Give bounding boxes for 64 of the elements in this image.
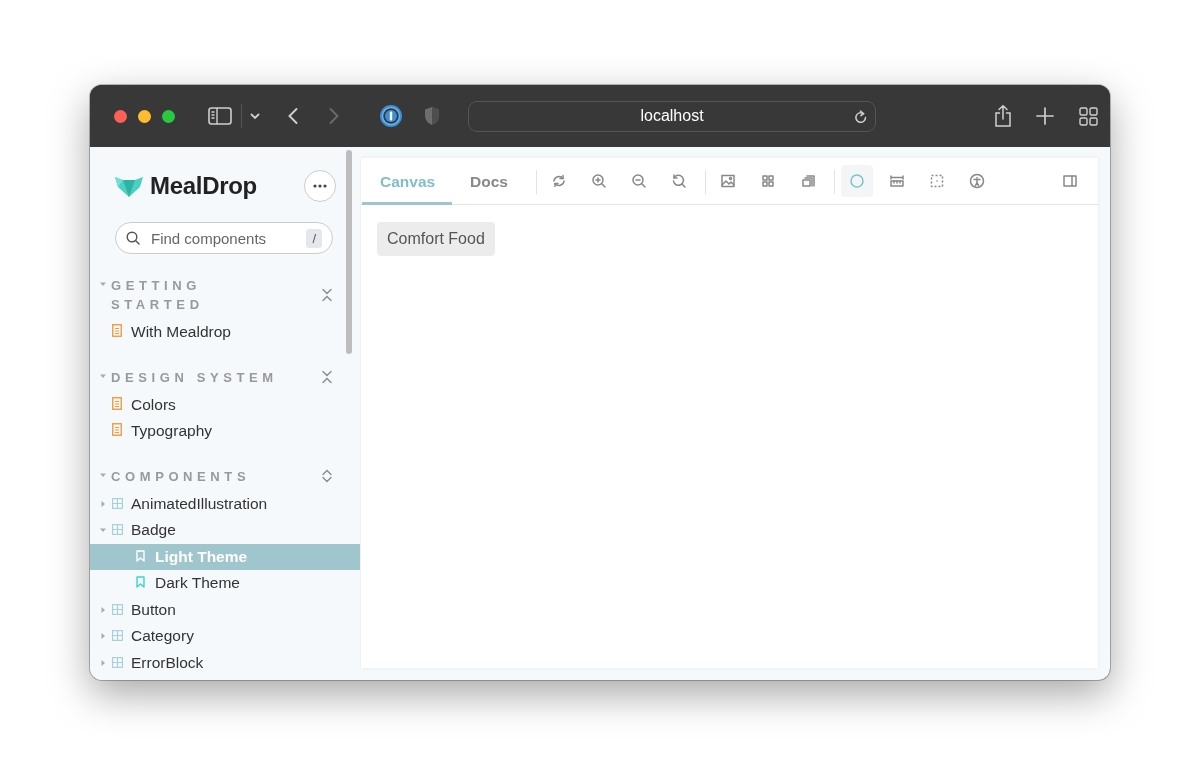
tree-item[interactable]: AnimatedIllustration xyxy=(90,490,360,517)
dashed-square-icon xyxy=(928,173,945,189)
chevron-down-icon[interactable] xyxy=(250,112,260,120)
tab[interactable]: Docs xyxy=(452,158,526,205)
tree-item[interactable]: With Mealdrop xyxy=(90,319,360,346)
ruler-icon xyxy=(888,173,905,189)
document-icon xyxy=(112,324,122,338)
collapse-all-icon[interactable] xyxy=(320,370,334,384)
circle-button[interactable] xyxy=(840,165,873,197)
circle-icon xyxy=(848,173,865,189)
search-field[interactable]: Find components xyxy=(149,228,307,248)
more-icon xyxy=(313,184,327,188)
component-icon xyxy=(112,497,123,509)
reset-zoom-icon xyxy=(670,173,687,189)
collapse-all-icon[interactable] xyxy=(320,288,334,302)
component-icon xyxy=(112,603,123,615)
zoom-in-icon xyxy=(590,173,607,189)
zoom-window-button[interactable] xyxy=(162,109,175,123)
logo-icon xyxy=(115,175,143,197)
grid-icon xyxy=(759,173,776,189)
shortcut-key: / xyxy=(306,228,322,248)
tree-item[interactable]: Badge xyxy=(90,517,360,544)
tree-item[interactable]: Typography xyxy=(90,418,360,445)
bookmark-icon xyxy=(136,549,145,562)
caret-icon xyxy=(100,372,106,379)
category-badge: Comfort Food xyxy=(377,222,495,256)
share-icon[interactable] xyxy=(993,104,1013,128)
tree-item[interactable]: ErrorBlock xyxy=(90,649,360,676)
component-icon xyxy=(112,630,123,642)
shield-icon[interactable] xyxy=(423,106,441,126)
zoom-out-icon xyxy=(630,173,647,189)
expand-all-icon[interactable] xyxy=(320,469,334,483)
reload-icon xyxy=(550,173,567,189)
brand-name: MealDrop xyxy=(150,172,257,200)
component-icon xyxy=(112,524,123,536)
caret-icon xyxy=(100,281,106,287)
scrollbar[interactable] xyxy=(346,150,352,354)
component-icon xyxy=(112,656,123,668)
address-bar[interactable]: localhost xyxy=(468,100,876,132)
search-icon xyxy=(126,231,140,245)
more-button[interactable] xyxy=(304,170,336,202)
bookmark-icon xyxy=(136,576,145,589)
frames-icon xyxy=(799,173,816,189)
sidebar-toggle-icon[interactable] xyxy=(208,107,232,125)
back-icon[interactable] xyxy=(287,107,299,125)
tree-item[interactable]: Colors xyxy=(90,391,360,418)
tree-item[interactable]: Button xyxy=(90,596,360,623)
url-text: localhost xyxy=(640,107,704,125)
accessibility-icon xyxy=(968,173,985,189)
caret-icon xyxy=(100,471,106,478)
document-icon xyxy=(112,396,122,410)
close-window-button[interactable] xyxy=(114,109,127,123)
image-icon xyxy=(719,173,736,189)
password-manager-icon[interactable] xyxy=(379,104,403,128)
tree-item[interactable]: Category xyxy=(90,623,360,650)
forward-icon[interactable] xyxy=(328,107,340,125)
side-panel-icon xyxy=(1062,173,1078,189)
minimize-window-button[interactable] xyxy=(138,109,151,123)
search-field[interactable]: Find components / xyxy=(115,222,333,254)
reload-icon[interactable] xyxy=(853,108,869,126)
tree-item[interactable]: Dark Theme xyxy=(90,570,360,597)
tab-overview-icon[interactable] xyxy=(1079,106,1098,126)
document-icon xyxy=(112,423,122,437)
new-tab-icon[interactable] xyxy=(1036,107,1054,125)
